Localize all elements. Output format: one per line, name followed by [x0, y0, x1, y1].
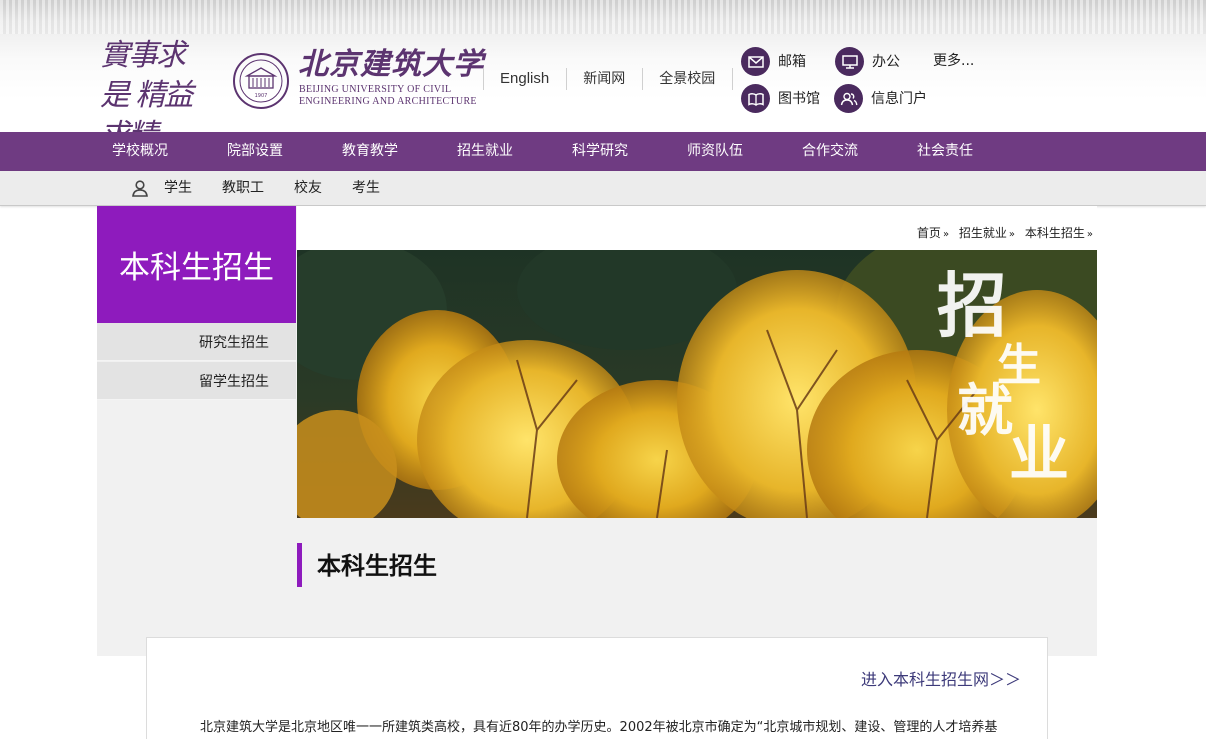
portal-label: 信息门户 — [871, 90, 927, 107]
nav-item-about[interactable]: 学校概况 — [112, 132, 227, 171]
university-name-cn[interactable]: 北京建筑大学 — [298, 48, 484, 82]
section-title: 本科生招生 — [297, 543, 437, 587]
site-header: 實事求是 精益求精 1907 北京建筑大学 BEIJING UNIVERSITY… — [0, 0, 1206, 153]
intro-paragraph: 北京建筑大学是北京地区唯一一所建筑类高校，具有近80年的办学历史。2002年被北… — [200, 720, 998, 735]
seal-year: 1907 — [255, 93, 268, 99]
users-icon — [834, 84, 863, 113]
news-link[interactable]: 新闻网 — [566, 68, 642, 90]
office-link[interactable]: 办公 — [835, 47, 900, 76]
sidebar-item-international[interactable]: 留学生招生 — [97, 362, 296, 400]
nav-item-departments[interactable]: 院部设置 — [227, 132, 342, 171]
nav-item-research[interactable]: 科学研究 — [572, 132, 687, 171]
sidebar-item-graduate[interactable]: 研究生招生 — [97, 323, 296, 361]
banner-image: 招 生 就 业 — [297, 250, 1097, 518]
sidebar-title: 本科生招生 — [97, 206, 296, 323]
content-box: 进入本科生招生网＞＞ 北京建筑大学是北京地区唯一一所建筑类高校，具有近80年的办… — [146, 637, 1048, 739]
nav-item-admissions[interactable]: 招生就业 — [457, 132, 572, 171]
library-label: 图书馆 — [778, 90, 820, 107]
enter-undergrad-admission-link[interactable]: 进入本科生招生网＞＞ — [861, 666, 1021, 690]
breadcrumb: 首页» 招生就业» 本科生招生» — [915, 224, 1097, 241]
breadcrumb-separator: » — [942, 229, 950, 240]
audience-applicants[interactable]: 考生 — [352, 171, 380, 206]
mail-label: 邮箱 — [778, 53, 806, 70]
university-name-en-line2: ENGINEERING AND ARCHITECTURE — [299, 96, 477, 107]
banner-calligraphy-1: 招 — [937, 264, 1007, 347]
banner-calligraphy-3: 就 — [957, 378, 1013, 444]
breadcrumb-home[interactable]: 首页 — [917, 226, 941, 240]
mail-icon — [741, 47, 770, 76]
english-link[interactable]: English — [483, 68, 566, 90]
breadcrumb-separator: » — [1086, 229, 1093, 240]
more-label: 更多... — [933, 53, 975, 69]
nav-item-faculty[interactable]: 师资队伍 — [687, 132, 802, 171]
breadcrumb-admissions[interactable]: 招生就业 — [959, 226, 1007, 240]
top-links: English 新闻网 全景校园 — [483, 68, 734, 90]
audience-nav: 学生 教职工 校友 考生 — [0, 171, 1206, 206]
mail-link[interactable]: 邮箱 — [741, 47, 806, 76]
main-nav: 学校概况 院部设置 教育教学 招生就业 科学研究 师资队伍 合作交流 社会责任 — [0, 132, 1206, 171]
audience-alumni[interactable]: 校友 — [294, 171, 322, 206]
more-link[interactable]: 更多... — [933, 51, 974, 71]
portal-link[interactable]: 信息门户 — [834, 84, 927, 113]
person-icon — [132, 180, 148, 197]
book-icon — [741, 84, 770, 113]
breadcrumb-separator: » — [1008, 229, 1016, 240]
office-label: 办公 — [872, 53, 900, 70]
panorama-link[interactable]: 全景校园 — [642, 68, 734, 90]
breadcrumb-undergrad[interactable]: 本科生招生 — [1025, 226, 1085, 240]
banner-calligraphy-4: 业 — [1009, 420, 1069, 490]
monitor-icon — [835, 47, 864, 76]
audience-staff[interactable]: 教职工 — [222, 171, 264, 206]
nav-item-social[interactable]: 社会责任 — [917, 132, 1032, 171]
university-seal-logo[interactable]: 1907 — [232, 52, 290, 110]
audience-students[interactable]: 学生 — [164, 171, 192, 206]
university-name-en-line1: BEIJING UNIVERSITY OF CIVIL — [299, 84, 452, 95]
library-link[interactable]: 图书馆 — [741, 84, 820, 113]
university-name-en: BEIJING UNIVERSITY OF CIVIL ENGINEERING … — [299, 84, 489, 108]
nav-item-education[interactable]: 教育教学 — [342, 132, 457, 171]
nav-item-cooperation[interactable]: 合作交流 — [802, 132, 917, 171]
